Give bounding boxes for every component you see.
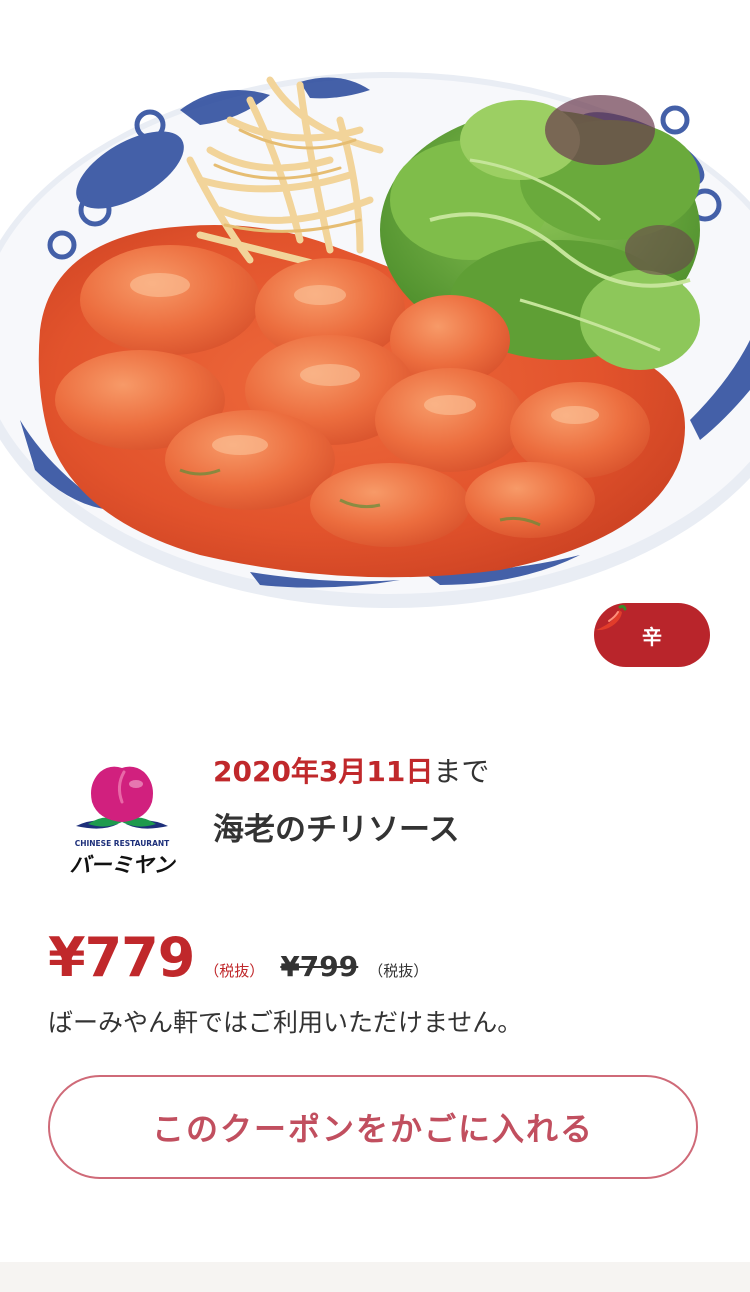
coupon-deadline: 2020年3月11日まで <box>213 754 489 790</box>
shrimp-chili-dish-photo <box>0 72 750 608</box>
product-image: 辛 <box>0 0 750 690</box>
deadline-suffix: まで <box>433 755 490 788</box>
original-price-tax-note: （税抜） <box>368 962 429 980</box>
sale-price-tax-note: （税抜） <box>204 962 265 980</box>
close-icon <box>31 31 65 65</box>
bottom-bar <box>0 1262 750 1292</box>
logo-caption: CHINESE RESTAURANT <box>75 839 170 848</box>
spicy-badge: 辛 <box>594 603 710 667</box>
sale-price: ¥779 <box>48 926 195 989</box>
add-to-cart-button[interactable]: このクーポンをかごに入れる <box>48 1075 698 1179</box>
product-name: 海老のチリソース <box>213 812 460 848</box>
deadline-date: 2020年3月11日 <box>213 755 434 788</box>
price-row: ¥779 （税抜） ¥799 （税抜） <box>48 926 428 990</box>
logo-wordmark: バーミヤン <box>70 853 177 877</box>
chili-pepper-icon <box>596 604 627 631</box>
close-button[interactable] <box>28 28 84 84</box>
spicy-label: 辛 <box>642 624 662 649</box>
original-price: ¥799 <box>280 950 359 983</box>
usage-notice: ばーみやん軒ではご利用いただけません。 <box>48 1008 523 1037</box>
bamiyan-peach-logo: CHINESE RESTAURANT バーミヤン <box>66 762 178 882</box>
